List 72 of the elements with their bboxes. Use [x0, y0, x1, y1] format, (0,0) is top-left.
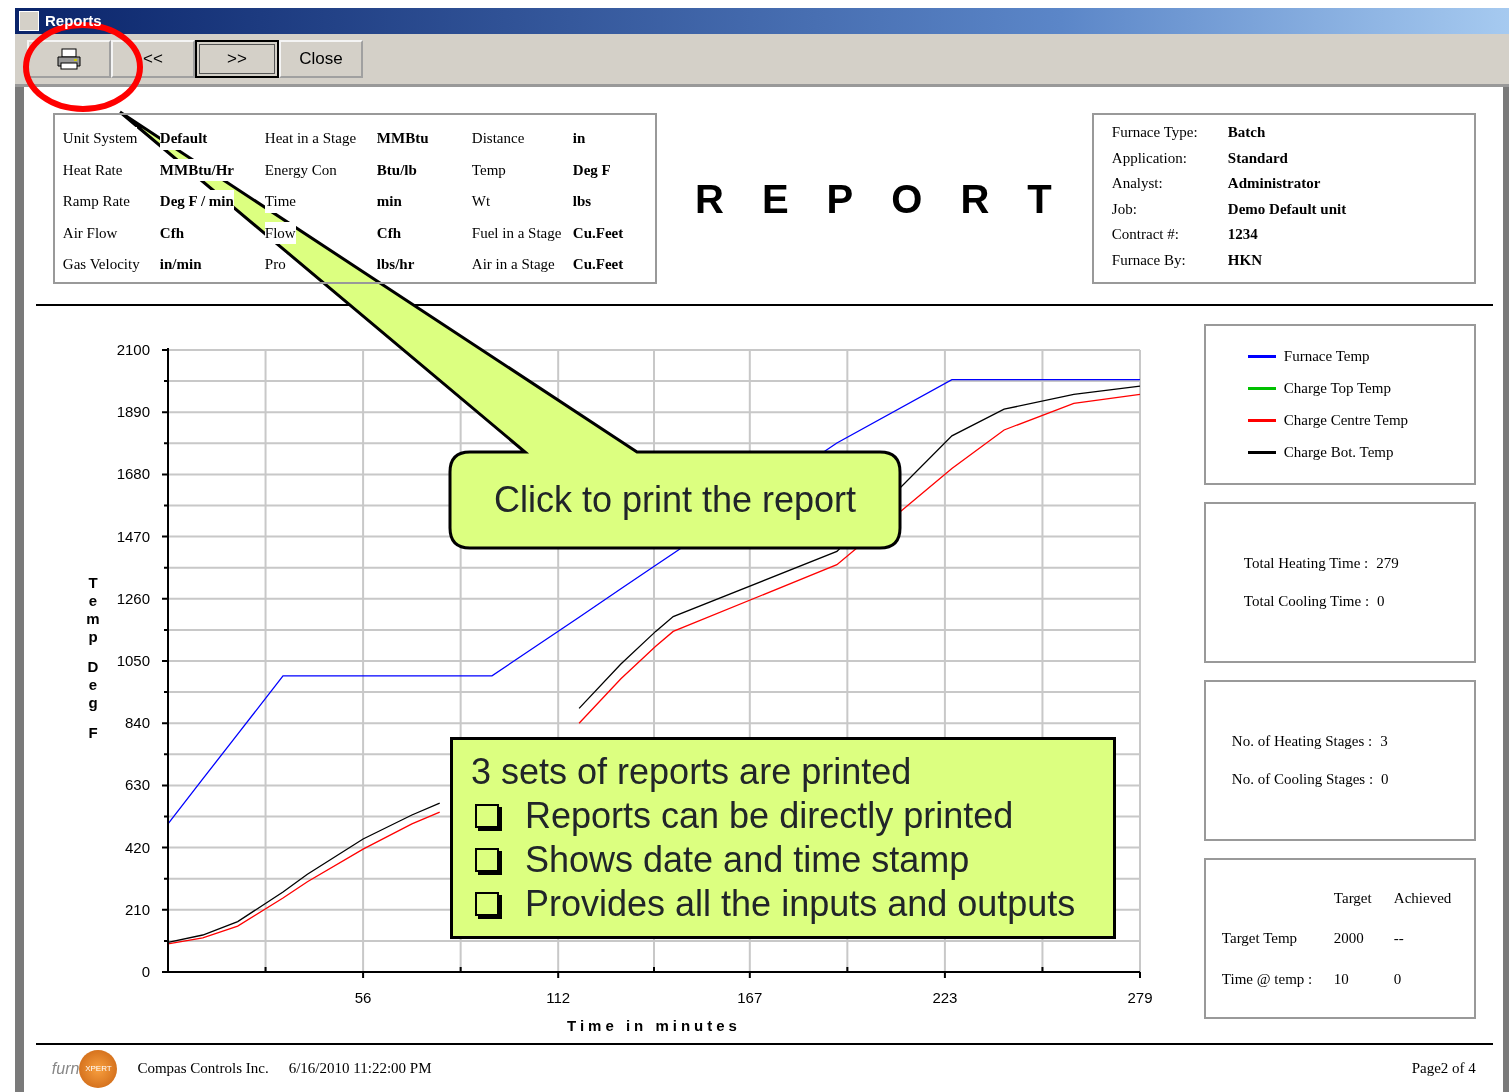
- info-value: Demo Default unit: [1227, 199, 1348, 219]
- row-label: Target Temp: [1221, 929, 1299, 949]
- report-title: REPORT: [694, 175, 1091, 223]
- y-tick-label: 1890: [116, 403, 150, 421]
- app-icon: [19, 10, 39, 31]
- info-value: Administrator: [1227, 174, 1322, 193]
- x-tick-label: 279: [1127, 989, 1153, 1006]
- checkbox-icon: [475, 804, 499, 828]
- summary-value: 279: [1376, 554, 1399, 574]
- callout-bullet: Shows date and time stamp: [525, 838, 970, 882]
- nav-button[interactable]: >>: [195, 39, 279, 78]
- close-button[interactable]: Close: [279, 39, 363, 78]
- y-tick-label: 1680: [116, 465, 150, 483]
- callout-bullet: Reports can be directly printed: [525, 794, 1014, 838]
- info-value: 1234: [1227, 225, 1259, 244]
- table-cell-text: 0: [1393, 969, 1403, 989]
- info-label: Furnace By:: [1111, 250, 1187, 270]
- checkbox-icon: [475, 848, 499, 872]
- summary-label: Total Heating Time :: [1243, 554, 1369, 574]
- info-label: Analyst:: [1111, 174, 1164, 193]
- summary-label: No. of Heating Stages :: [1231, 732, 1373, 752]
- info-value: HKN: [1227, 250, 1264, 270]
- x-tick-label: 56: [354, 989, 372, 1006]
- callout-bullet: Provides all the inputs and outputs: [525, 882, 1076, 926]
- y-tick-label: 2100: [116, 341, 150, 358]
- legend-label: Charge Bot. Temp: [1283, 443, 1394, 463]
- info-value: Standard: [1227, 148, 1289, 168]
- summary-value: 0: [1381, 770, 1389, 790]
- unit-value: MMBtu/Hr: [159, 158, 234, 181]
- row-label: Time @ temp :: [1221, 969, 1314, 989]
- column-header: Target: [1333, 888, 1373, 908]
- y-tick-label: 840: [124, 714, 150, 732]
- y-tick-label: 0: [141, 963, 150, 980]
- logo-badge: XPERT: [79, 1049, 118, 1088]
- print-button[interactable]: [27, 39, 111, 78]
- callout-text: Click to print the report: [492, 478, 858, 522]
- page-number: Page2 of 4: [1411, 1059, 1476, 1079]
- info-label: Contract #:: [1111, 225, 1180, 244]
- y-tick-label: 1470: [116, 527, 150, 545]
- unit-value: Deg F / min: [159, 190, 234, 213]
- printer-icon: [56, 47, 82, 70]
- column-header: Achieved: [1393, 888, 1453, 908]
- y-axis-title: Temp Deg F: [86, 574, 100, 741]
- y-tick-label: 1260: [116, 589, 150, 607]
- x-tick-label: 223: [932, 989, 958, 1006]
- x-axis-title: Time in minutes: [566, 1017, 741, 1034]
- company-name: Compas Controls Inc.: [137, 1059, 269, 1079]
- legend-label: Charge Centre Temp: [1283, 411, 1409, 431]
- timestamp: 6/16/2010 11:22:00 PM: [288, 1059, 432, 1079]
- logo-text: furn: [51, 1058, 80, 1079]
- table-cell-text: 2000: [1333, 929, 1365, 949]
- y-tick-label: 630: [124, 776, 150, 794]
- summary-label: No. of Cooling Stages :: [1231, 770, 1374, 790]
- legend-label: Charge Top Temp: [1283, 379, 1391, 399]
- y-tick-label: 420: [124, 838, 150, 856]
- info-value: Batch: [1227, 123, 1267, 142]
- checkbox-icon: [475, 892, 499, 916]
- y-tick-label: 210: [124, 900, 150, 918]
- y-tick-label: 1050: [116, 652, 150, 669]
- nav-button[interactable]: <<: [111, 39, 195, 78]
- table-cell-text: 10: [1333, 969, 1350, 989]
- info-label: Application:: [1111, 148, 1188, 168]
- summary-label: Total Cooling Time :: [1243, 592, 1370, 612]
- legend-label: Furnace Temp: [1283, 347, 1370, 367]
- x-tick-label: 112: [546, 989, 570, 1006]
- info-label: Furnace Type:: [1111, 123, 1199, 142]
- x-tick-label: 167: [737, 989, 763, 1006]
- summary-value: 0: [1377, 592, 1385, 612]
- summary-value: 3: [1380, 732, 1388, 752]
- table-cell-text: --: [1393, 929, 1405, 949]
- callout-heading: 3 sets of reports are printed: [471, 750, 913, 794]
- info-label: Job:: [1111, 199, 1138, 219]
